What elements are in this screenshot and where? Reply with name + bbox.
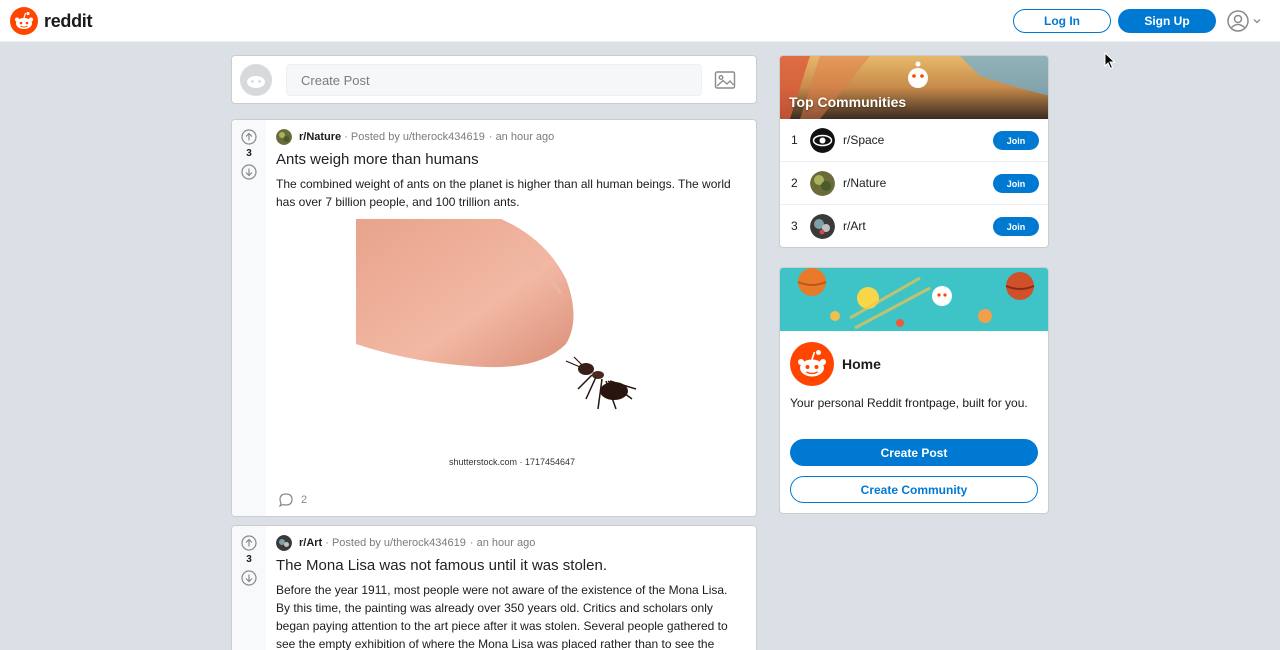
home-snoo-icon — [790, 342, 834, 386]
create-community-button[interactable]: Create Community — [790, 476, 1038, 503]
post-meta: r/Nature · Posted by u/therock434619 · a… — [276, 129, 554, 145]
community-rank: 3 — [791, 219, 798, 233]
top-communities-title: Top Communities — [789, 94, 907, 110]
user-avatar-icon — [240, 64, 272, 96]
vote-count: 3 — [246, 148, 252, 159]
posted-by[interactable]: · Posted by u/therock434619 — [325, 537, 466, 549]
upvote-icon[interactable] — [241, 535, 257, 551]
join-button[interactable]: Join — [993, 174, 1039, 193]
join-button[interactable]: Join — [993, 131, 1039, 150]
image-watermark: shutterstock.com · 1717454647 — [449, 457, 575, 467]
home-banner — [780, 268, 1048, 331]
upvote-icon[interactable] — [241, 129, 257, 145]
user-icon — [1227, 10, 1249, 32]
post-time: · an hour ago — [488, 131, 555, 143]
create-post-button[interactable]: Create Post — [790, 439, 1038, 466]
community-name[interactable]: r/Space — [843, 133, 884, 147]
vote-column: 3 — [232, 120, 266, 516]
post-image[interactable]: shutterstock.com · 1717454647 — [356, 219, 676, 469]
community-name[interactable]: r/Art — [843, 219, 866, 233]
comment-icon — [278, 493, 293, 508]
comment-count: 2 — [301, 494, 308, 506]
post-text: The combined weight of ants on the plane… — [276, 177, 731, 209]
space-community-icon — [810, 128, 835, 153]
create-post-bar: Create Post — [231, 55, 757, 104]
community-row-space[interactable]: 1 r/Space Join — [780, 119, 1048, 162]
post-title[interactable]: The Mona Lisa was not famous until it wa… — [276, 557, 607, 574]
create-post-input[interactable]: Create Post — [286, 64, 702, 96]
join-button[interactable]: Join — [993, 217, 1039, 236]
user-menu[interactable] — [1226, 9, 1262, 33]
community-name[interactable]: r/Nature — [843, 176, 886, 190]
comments-button[interactable]: 2 — [278, 492, 307, 508]
subreddit-art-icon[interactable] — [276, 535, 292, 551]
art-community-icon — [810, 214, 835, 239]
post-title[interactable]: Ants weigh more than humans — [276, 151, 479, 168]
downvote-icon[interactable] — [241, 164, 257, 180]
posted-by[interactable]: · Posted by u/therock434619 — [344, 131, 485, 143]
community-rank: 1 — [791, 133, 798, 147]
home-description: Your personal Reddit frontpage, built fo… — [790, 396, 1028, 410]
post-card[interactable]: 3 r/Nature · Posted by u/therock434619 ·… — [231, 119, 757, 517]
home-card: Home Your personal Reddit frontpage, bui… — [779, 267, 1049, 514]
image-upload-icon[interactable] — [714, 70, 736, 90]
subreddit-nature-icon[interactable] — [276, 129, 292, 145]
logo-text: reddit — [44, 10, 93, 31]
reddit-logo[interactable]: reddit — [10, 7, 93, 35]
subreddit-link[interactable]: r/Art — [299, 537, 322, 549]
vote-column: 3 — [232, 526, 266, 650]
community-row-art[interactable]: 3 r/Art Join — [780, 205, 1048, 247]
downvote-icon[interactable] — [241, 570, 257, 586]
post-card[interactable]: 3 r/Art · Posted by u/therock434619 · an… — [231, 525, 757, 650]
signup-button[interactable]: Sign Up — [1118, 9, 1216, 33]
nature-community-icon — [810, 171, 835, 196]
top-header: reddit Log In Sign Up — [0, 0, 1280, 42]
top-communities-card: Top Communities 1 r/Space Join 2 r/Natur… — [779, 55, 1049, 248]
login-button[interactable]: Log In — [1013, 9, 1111, 33]
subreddit-link[interactable]: r/Nature — [299, 131, 341, 143]
post-meta: r/Art · Posted by u/therock434619 · an h… — [276, 535, 535, 551]
chevron-down-icon — [1253, 19, 1261, 24]
vote-count: 3 — [246, 554, 252, 565]
post-time: · an hour ago — [469, 537, 536, 549]
community-rank: 2 — [791, 176, 798, 190]
home-title: Home — [842, 356, 881, 372]
reddit-snoo-icon — [10, 7, 38, 35]
mouse-cursor-icon — [1104, 52, 1116, 70]
post-text: Before the year 1911, most people were n… — [276, 583, 728, 650]
community-row-nature[interactable]: 2 r/Nature Join — [780, 162, 1048, 205]
